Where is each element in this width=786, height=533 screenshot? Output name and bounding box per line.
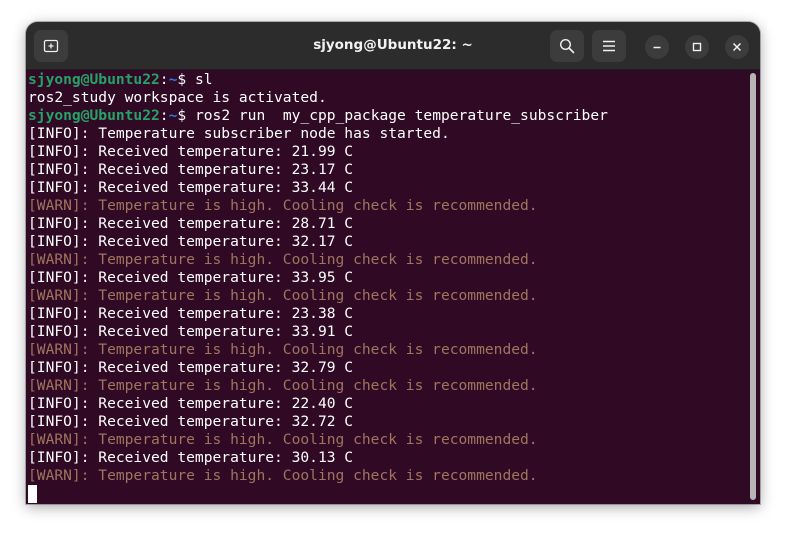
prompt-separator: :	[159, 71, 169, 88]
new-tab-icon	[43, 39, 59, 53]
info-log-line: [INFO]: Received temperature: 23.17 C	[28, 161, 354, 178]
minimize-icon	[653, 46, 661, 49]
search-icon	[559, 38, 575, 54]
menu-button[interactable]	[592, 30, 626, 62]
prompt-symbol: $	[177, 71, 195, 88]
header-bar: sjyong@Ubuntu22: ~	[26, 22, 760, 70]
prompt-separator: :	[159, 107, 169, 124]
info-log-line: [INFO]: Received temperature: 33.91 C	[28, 323, 354, 340]
info-log-line: [INFO]: Received temperature: 22.40 C	[28, 395, 354, 412]
prompt-user: sjyong@Ubuntu22	[28, 107, 160, 124]
info-log-line: [INFO]: Received temperature: 21.99 C	[28, 143, 354, 160]
terminal-output-area[interactable]: sjyong@Ubuntu22:~$ sl ros2_study workspac…	[26, 70, 760, 504]
command-text: sl	[194, 71, 213, 88]
warn-log-line: [WARN]: Temperature is high. Cooling che…	[28, 341, 538, 358]
info-log-line: [INFO]: Received temperature: 32.79 C	[28, 359, 354, 376]
scrollbar[interactable]	[750, 73, 756, 500]
info-log-line: [INFO]: Received temperature: 23.38 C	[28, 305, 354, 322]
warn-log-line: [WARN]: Temperature is high. Cooling che…	[28, 197, 538, 214]
prompt-line: sjyong@Ubuntu22:~$ ros2 run my_cpp_packa…	[28, 107, 608, 125]
window-title: sjyong@Ubuntu22: ~	[313, 37, 473, 53]
hamburger-menu-icon	[603, 40, 615, 52]
info-log-line: [INFO]: Received temperature: 30.13 C	[28, 449, 354, 466]
terminal-window: sjyong@Ubuntu22: ~ sjyong@Ubuntu22:~$ sl…	[26, 22, 760, 504]
info-log-line: [INFO]: Temperature subscriber node has …	[28, 125, 450, 142]
info-log-line: [INFO]: Received temperature: 32.17 C	[28, 233, 354, 250]
warn-log-line: [WARN]: Temperature is high. Cooling che…	[28, 431, 538, 448]
close-icon	[732, 42, 742, 52]
warn-log-line: [WARN]: Temperature is high. Cooling che…	[28, 251, 538, 268]
search-button[interactable]	[550, 30, 584, 62]
info-log-line: [INFO]: Received temperature: 33.44 C	[28, 179, 354, 196]
command-text: ros2 run my_cpp_package temperature_subs…	[194, 107, 608, 124]
prompt-line: sjyong@Ubuntu22:~$ sl	[28, 71, 608, 89]
terminal-lines: sjyong@Ubuntu22:~$ sl ros2_study workspac…	[28, 71, 608, 485]
prompt-user: sjyong@Ubuntu22	[28, 71, 160, 88]
warn-log-line: [WARN]: Temperature is high. Cooling che…	[28, 287, 538, 304]
minimize-button[interactable]	[645, 35, 669, 59]
maximize-icon	[692, 42, 702, 52]
warn-log-line: [WARN]: Temperature is high. Cooling che…	[28, 377, 538, 394]
maximize-button[interactable]	[685, 35, 709, 59]
info-log-line: [INFO]: Received temperature: 32.72 C	[28, 413, 354, 430]
warn-log-line: [WARN]: Temperature is high. Cooling che…	[28, 467, 538, 484]
text-cursor	[28, 485, 37, 503]
new-tab-button[interactable]	[34, 30, 68, 62]
close-button[interactable]	[725, 35, 749, 59]
info-log-line: [INFO]: Received temperature: 33.95 C	[28, 269, 354, 286]
output-line: ros2_study workspace is activated.	[28, 89, 327, 106]
info-log-line: [INFO]: Received temperature: 28.71 C	[28, 215, 354, 232]
prompt-symbol: $	[177, 107, 195, 124]
